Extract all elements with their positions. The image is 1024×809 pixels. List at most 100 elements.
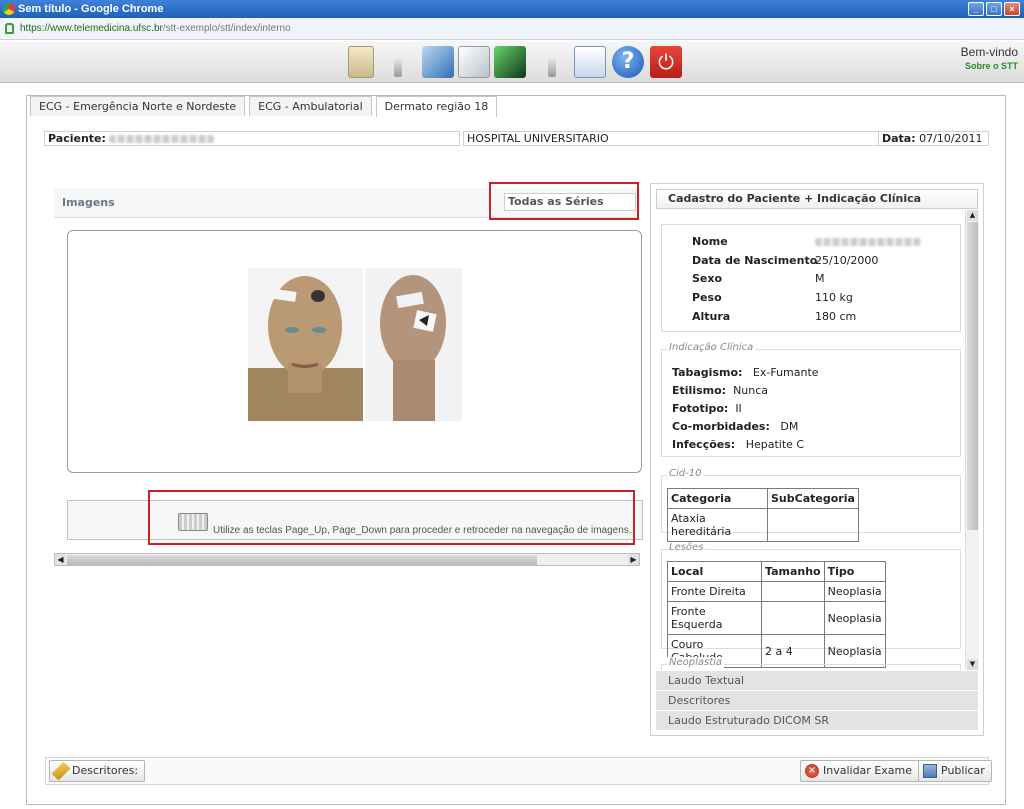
indicacao-label: Etilismo:	[672, 384, 727, 397]
descritores-button[interactable]: Descritores:	[49, 760, 146, 782]
descritores-label: Descritores:	[72, 764, 139, 777]
clipboard-icon[interactable]	[348, 46, 374, 78]
indicacao-fieldset: Indicação Clínica Tabagismo: Ex-Fumante …	[661, 342, 961, 457]
tab-ecg-emergencia[interactable]: ECG - Emergência Norte e Nordeste	[30, 96, 246, 116]
invalidar-label: Invalidar Exame	[823, 764, 913, 777]
highlight-keyboard-help	[148, 490, 635, 545]
cadastro-label: Sexo	[692, 272, 723, 285]
date-cell: Data: 07/10/2011	[878, 131, 989, 146]
date-label: Data:	[882, 132, 916, 145]
cid10-table: Categoria SubCategoria Ataxia hereditári…	[667, 488, 859, 542]
table-cell	[761, 601, 825, 635]
indicacao-value: Ex-Fumante	[752, 366, 819, 379]
cid10-legend: Cid-10	[667, 468, 704, 479]
invalidar-exame-button[interactable]: × Invalidar Exame	[800, 760, 920, 782]
image-back-view[interactable]	[365, 268, 462, 421]
scroll-down-arrow-icon[interactable]: ▼	[967, 659, 978, 670]
power-icon[interactable]: ⏻	[650, 46, 682, 78]
cadastro-row: Altura	[692, 310, 730, 323]
toolbar-separator	[394, 57, 402, 77]
table-header: Tamanho	[761, 561, 825, 582]
hand-icon[interactable]	[422, 46, 454, 78]
table-cell: Neoplasia	[823, 581, 886, 602]
table-cell: Neoplasia	[823, 634, 886, 668]
horizontal-scrollbar[interactable]: ◀ ▶	[54, 553, 640, 566]
scroll-up-arrow-icon[interactable]: ▲	[967, 210, 978, 221]
table-header: Tipo	[823, 561, 886, 582]
window-title-bar: Sem título - Google Chrome _ □ ×	[0, 0, 1024, 18]
scrollbar-thumb[interactable]	[967, 222, 978, 530]
exam-tabs: ECG - Emergência Norte e Nordeste ECG - …	[30, 96, 498, 117]
cadastro-label: Nome	[692, 235, 728, 248]
table-cell	[767, 508, 859, 542]
help-icon[interactable]: ?	[612, 46, 644, 78]
document-pen-icon[interactable]	[458, 46, 490, 78]
app-toolbar: ? ⏻ Bem-vindo Sobre o STT	[0, 41, 1024, 83]
publicar-button[interactable]: Publicar	[918, 760, 992, 782]
image-viewer	[67, 230, 642, 473]
table-header-row: Categoria SubCategoria	[667, 488, 859, 509]
scroll-right-arrow-icon[interactable]: ▶	[628, 554, 639, 565]
vertical-scrollbar[interactable]: ▲ ▼	[965, 210, 979, 670]
indicacao-value: II	[735, 402, 742, 415]
cadastro-value: 180 cm	[815, 310, 857, 323]
image-front-view[interactable]	[248, 268, 363, 421]
table-cell: Fronte Esquerda	[667, 601, 762, 635]
cadastro-value: 25/10/2000	[815, 254, 879, 267]
cadastro-row: Data de Nascimento	[692, 254, 817, 267]
user-form-icon[interactable]	[574, 46, 606, 78]
table-cell	[761, 581, 825, 602]
patient-label: Paciente:	[48, 132, 106, 145]
pencil-icon	[51, 761, 71, 781]
lesoes-table: Local Tamanho Tipo Fronte Direita Neopla…	[667, 561, 886, 668]
clinical-info-panel: Cadastro do Paciente + Indicação Clínica…	[650, 183, 984, 736]
cadastro-value: 110 kg	[815, 291, 853, 304]
scrollbar-thumb[interactable]	[67, 555, 537, 565]
neoplastia-legend: Neoplastia	[667, 657, 725, 668]
accordion-descritores[interactable]: Descritores	[656, 691, 978, 711]
publicar-label: Publicar	[941, 764, 985, 777]
images-title: Imagens	[62, 196, 115, 209]
table-cell: Fronte Direita	[667, 581, 762, 602]
tab-dermato[interactable]: Dermato região 18	[375, 96, 498, 117]
indicacao-value: Nunca	[733, 384, 769, 397]
cadastro-fieldset: Nome Data de Nascimento 25/10/2000 Sexo …	[661, 224, 961, 332]
indicacao-row: Fototipo: II	[672, 402, 742, 415]
indicacao-legend: Indicação Clínica	[667, 342, 756, 353]
cadastro-label: Peso	[692, 291, 722, 304]
table-header: Local	[667, 561, 762, 582]
minimize-button[interactable]: _	[968, 2, 984, 16]
welcome-area: Bem-vindo Sobre o STT	[961, 45, 1018, 71]
maximize-button[interactable]: □	[986, 2, 1002, 16]
close-window-button[interactable]: ×	[1004, 2, 1020, 16]
window-title: Sem título - Google Chrome	[18, 3, 164, 15]
lock-icon	[5, 23, 14, 34]
cancel-icon: ×	[805, 764, 819, 778]
scroll-left-arrow-icon[interactable]: ◀	[55, 554, 66, 565]
about-link[interactable]: Sobre o STT	[961, 61, 1018, 71]
patient-name-redacted	[109, 135, 215, 143]
lesoes-fieldset: Lesões Local Tamanho Tipo Fronte Direita…	[661, 542, 961, 668]
hospital-name: HOSPITAL UNIVERSITARIO	[467, 132, 609, 145]
accordion-laudo-dicom[interactable]: Laudo Estruturado DICOM SR	[656, 711, 978, 731]
neoplastia-fieldset: Neoplastia	[661, 657, 961, 670]
indicacao-label: Fototipo:	[672, 402, 729, 415]
hospital-cell: HOSPITAL UNIVERSITARIO	[463, 131, 879, 146]
cid10-fieldset: Cid-10 Categoria SubCategoria Ataxia her…	[661, 468, 961, 542]
table-row: Ataxia hereditária	[667, 508, 859, 542]
table-cell: Neoplasia	[823, 601, 886, 635]
cadastro-label: Altura	[692, 310, 731, 323]
cadastro-row: Nome	[692, 235, 728, 248]
address-bar[interactable]: https://www.telemedicina.ufsc.br/stt-exe…	[0, 18, 1024, 40]
table-row: Fronte Direita Neoplasia	[667, 581, 886, 602]
bottom-action-bar: Descritores: × Invalidar Exame Publicar	[45, 757, 992, 785]
table-cell: Ataxia hereditária	[667, 508, 768, 542]
patient-bar: Paciente: HOSPITAL UNIVERSITARIO Data: 0…	[44, 131, 989, 146]
tab-ecg-ambulatorial[interactable]: ECG - Ambulatorial	[249, 96, 372, 116]
clinical-panel-title: Cadastro do Paciente + Indicação Clínica	[656, 189, 978, 209]
mannequin-back-icon	[380, 275, 446, 421]
body-scan-icon[interactable]	[494, 46, 526, 78]
table-header: Categoria	[667, 488, 768, 509]
accordion-laudo-textual[interactable]: Laudo Textual	[656, 671, 978, 691]
date-value: 07/10/2011	[919, 132, 983, 145]
